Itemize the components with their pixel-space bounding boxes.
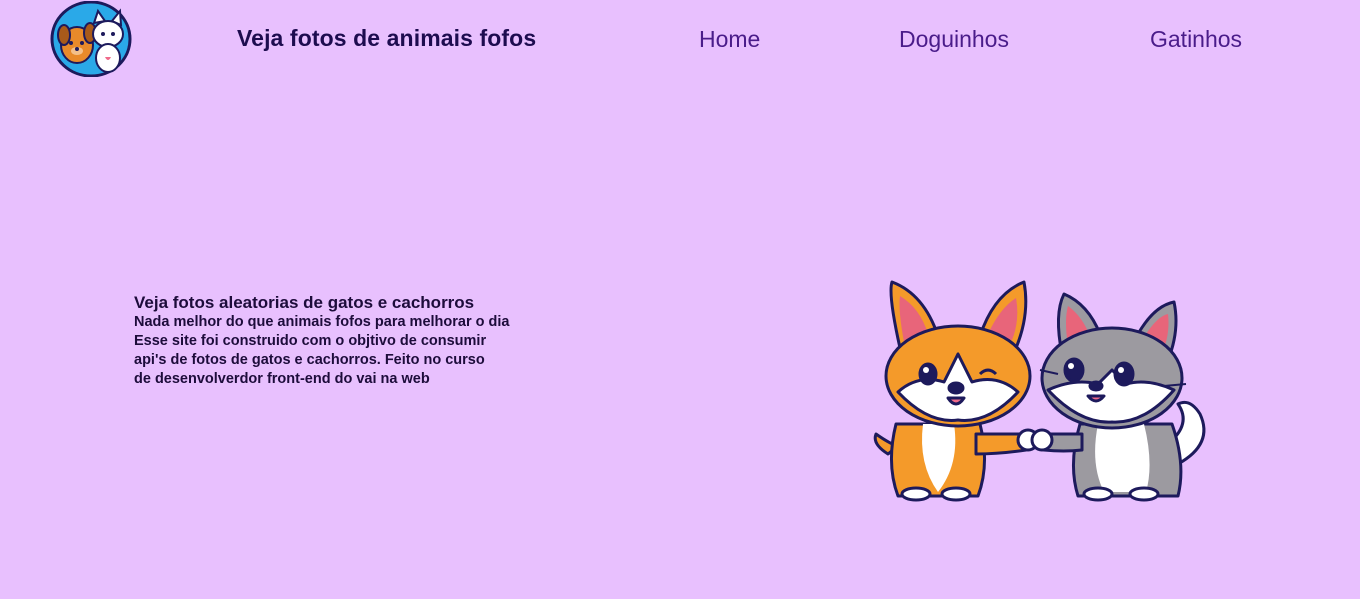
dog-and-cat-logo-icon xyxy=(50,0,132,78)
intro-section: Veja fotos aleatorias de gatos e cachorr… xyxy=(134,293,564,389)
intro-line: Nada melhor do que animais fofos para me… xyxy=(134,314,510,330)
nav-dogs-link[interactable]: Doguinhos xyxy=(899,26,1009,53)
intro-line: de desenvolverdor front-end do vai na we… xyxy=(134,371,430,387)
nav-cats-link[interactable]: Gatinhos xyxy=(1150,26,1242,53)
nav-home-link[interactable]: Home xyxy=(699,26,760,53)
intro-line: Esse site foi construido com o objtivo d… xyxy=(134,333,487,349)
intro-heading: Veja fotos aleatorias de gatos e cachorr… xyxy=(134,293,475,312)
site-title: Veja fotos de animais fofos xyxy=(237,25,537,51)
hero-illustration xyxy=(868,274,1220,506)
intro-line: api's de fotos de gatos e cachorros. Fei… xyxy=(134,352,485,368)
dog-and-cat-fist-bump-icon xyxy=(873,280,1206,502)
site-logo[interactable] xyxy=(50,0,132,78)
